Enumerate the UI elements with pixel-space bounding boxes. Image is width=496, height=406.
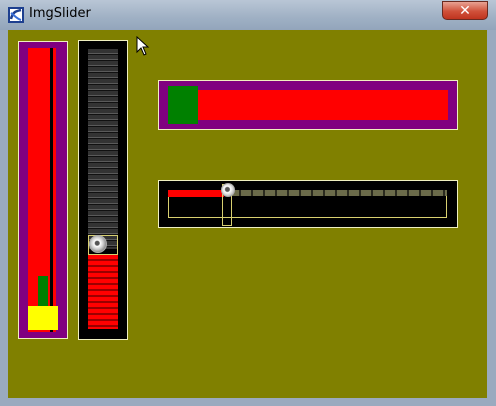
- slider-track-empty: [88, 49, 118, 249]
- slider-track-filled: [168, 190, 224, 197]
- mouse-cursor-icon: [136, 36, 150, 56]
- knob-icon[interactable]: [89, 235, 107, 253]
- horizontal-slider-top[interactable]: [158, 80, 458, 130]
- vertical-slider-left[interactable]: [18, 41, 68, 339]
- slider-track-empty[interactable]: [229, 190, 447, 196]
- window-frame-bottom: [0, 398, 496, 406]
- horizontal-slider-image[interactable]: [158, 180, 458, 228]
- slider-thumb[interactable]: [168, 86, 198, 124]
- slider-track[interactable]: [168, 90, 448, 120]
- slider-thumb[interactable]: [28, 306, 58, 330]
- close-icon: ✕: [459, 3, 471, 19]
- close-button[interactable]: ✕: [442, 1, 488, 20]
- window-title: ImgSlider: [29, 6, 91, 21]
- app-icon: [8, 7, 24, 23]
- app-window: ImgSlider ✕: [0, 0, 496, 406]
- vertical-slider-image[interactable]: [78, 40, 128, 340]
- window-frame-right: [487, 30, 496, 406]
- window-frame-left: [0, 30, 8, 406]
- slider-track-filled: [88, 255, 118, 329]
- title-bar[interactable]: ImgSlider ✕: [0, 0, 496, 30]
- knob-icon[interactable]: [221, 183, 235, 197]
- slider-track[interactable]: [88, 49, 118, 329]
- slider-indicator: [38, 276, 48, 306]
